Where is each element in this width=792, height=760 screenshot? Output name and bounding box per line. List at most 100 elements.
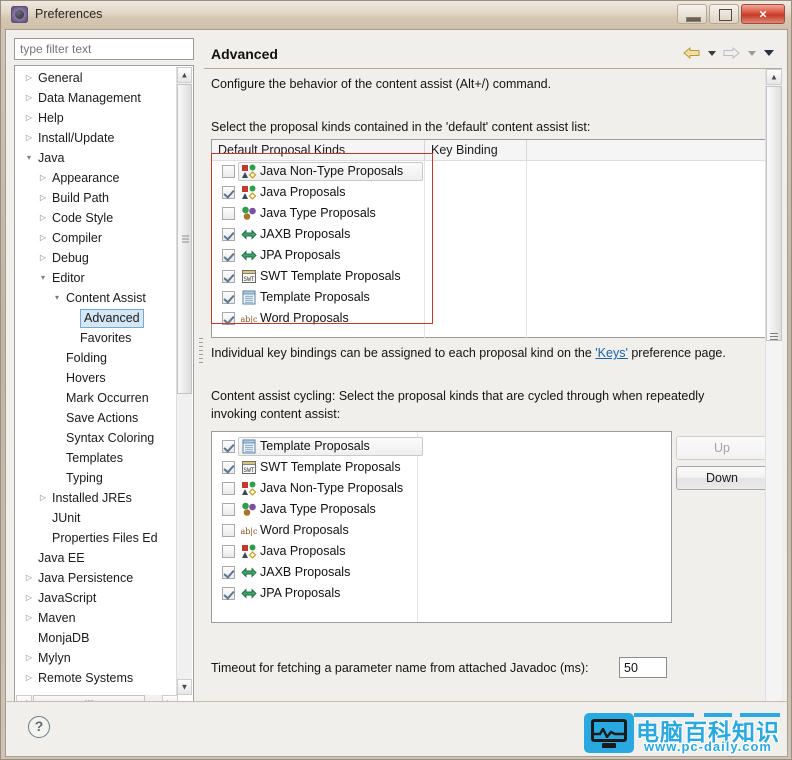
forward-menu-chevron-down-icon[interactable] [745,44,759,62]
tree-expand-arrow-down-icon[interactable]: ▾ [37,268,49,288]
row-checkbox[interactable] [222,461,235,474]
sidebar-item-syntax-coloring[interactable]: Syntax Coloring [15,428,178,448]
tree-expand-arrow-right-icon[interactable]: ▷ [23,68,35,88]
tree-expand-arrow-right-icon[interactable]: ▷ [37,168,49,188]
row-checkbox[interactable] [222,482,235,495]
tree-expand-arrow-right-icon[interactable]: ▷ [37,188,49,208]
content-assist-cycling-table[interactable]: Template Proposals SWT SWT Template Propos… [211,431,672,623]
tree-expand-arrow-right-icon[interactable]: ▷ [23,568,35,588]
back-arrow-icon[interactable] [682,44,702,62]
row-checkbox[interactable] [222,165,235,178]
help-question-icon[interactable]: ? [28,716,50,738]
tree-expand-arrow-right-icon[interactable]: ▷ [23,128,35,148]
sidebar-item-help[interactable]: ▷ Help [15,108,178,128]
tree-expand-arrow-right-icon[interactable]: ▷ [37,208,49,228]
tree-vertical-scrollbar[interactable]: ▲ ▼ [176,67,192,695]
preference-tree[interactable]: ▷ General ▷ Data Management ▷ Help ▷ Install/Up… [14,65,194,713]
tree-expand-arrow-right-icon[interactable]: ▷ [23,648,35,668]
sidebar-item-junit[interactable]: JUnit [15,508,178,528]
sidebar-item-folding[interactable]: Folding [15,348,178,368]
sidebar-item-installed-jres[interactable]: ▷ Installed JREs [15,488,178,508]
row-checkbox[interactable] [222,566,235,579]
table-row[interactable]: Java Non-Type Proposals [212,161,770,182]
tree-expand-arrow-right-icon[interactable]: ▷ [37,248,49,268]
sidebar-item-build-path[interactable]: ▷ Build Path [15,188,178,208]
table-row[interactable]: JAXB Proposals [212,562,671,583]
sidebar-item-debug[interactable]: ▷ Debug [15,248,178,268]
row-checkbox[interactable] [222,524,235,537]
sidebar-item-data-management[interactable]: ▷ Data Management [15,88,178,108]
row-checkbox[interactable] [222,312,235,325]
sidebar-item-general[interactable]: ▷ General [15,68,178,88]
move-up-button[interactable]: Up [676,436,768,460]
timeout-input[interactable] [619,657,667,678]
tree-scroll-thumb[interactable] [177,84,192,394]
sidebar-item-javascript[interactable]: ▷ JavaScript [15,588,178,608]
filter-input[interactable] [14,38,194,60]
row-checkbox[interactable] [222,545,235,558]
sidebar-item-appearance[interactable]: ▷ Appearance [15,168,178,188]
table-row[interactable]: Java Type Proposals [212,499,671,520]
sidebar-item-java[interactable]: ▾ Java [15,148,178,168]
sidebar-item-templates[interactable]: Templates [15,448,178,468]
restore-button[interactable] [709,4,739,24]
tree-scroll-up-button[interactable]: ▲ [177,67,192,83]
sidebar-item-properties-files-ed[interactable]: Properties Files Ed [15,528,178,548]
table-row[interactable]: Java Non-Type Proposals [212,478,671,499]
table-row[interactable]: JPA Proposals [212,245,770,266]
default-proposal-kinds-table[interactable]: Default Proposal Kinds Key Binding Java … [211,139,771,338]
keys-preference-link[interactable]: 'Keys' [595,346,628,360]
tree-expand-arrow-right-icon[interactable]: ▷ [23,608,35,628]
table-row[interactable]: ab|c Word Proposals [212,308,770,329]
sidebar-item-content-assist[interactable]: ▾ Content Assist [15,288,178,308]
tree-expand-arrow-right-icon[interactable]: ▷ [23,108,35,128]
close-button[interactable]: × [741,4,785,24]
sidebar-item-compiler[interactable]: ▷ Compiler [15,228,178,248]
minimize-button[interactable] [677,4,707,24]
row-checkbox[interactable] [222,440,235,453]
sidebar-item-mylyn[interactable]: ▷ Mylyn [15,648,178,668]
column-header-default-proposal-kinds[interactable]: Default Proposal Kinds [212,140,424,160]
row-checkbox[interactable] [222,503,235,516]
sidebar-item-save-actions[interactable]: Save Actions [15,408,178,428]
move-down-button[interactable]: Down [676,466,768,490]
tree-scroll-down-button[interactable]: ▼ [177,679,192,695]
column-header-key-binding[interactable]: Key Binding [425,140,526,160]
tree-expand-arrow-right-icon[interactable]: ▷ [37,228,49,248]
row-checkbox[interactable] [222,228,235,241]
sidebar-item-java-ee[interactable]: Java EE [15,548,178,568]
tree-expand-arrow-right-icon[interactable]: ▷ [37,488,49,508]
table-row[interactable]: SWT SWT Template Proposals [212,457,671,478]
back-menu-chevron-down-icon[interactable] [705,44,719,62]
table-row[interactable]: Template Proposals [212,287,770,308]
tree-expand-arrow-right-icon[interactable]: ▷ [23,588,35,608]
table-row[interactable]: SWT SWT Template Proposals [212,266,770,287]
row-checkbox[interactable] [222,249,235,262]
row-checkbox[interactable] [222,207,235,220]
row-checkbox[interactable] [222,186,235,199]
tree-expand-arrow-right-icon[interactable]: ▷ [23,668,35,688]
sidebar-item-maven[interactable]: ▷ Maven [15,608,178,628]
sidebar-item-typing[interactable]: Typing [15,468,178,488]
table-row[interactable]: ab|c Word Proposals [212,520,671,541]
sidebar-item-favorites[interactable]: Favorites [15,328,178,348]
sidebar-item-java-persistence[interactable]: ▷ Java Persistence [15,568,178,588]
column-header-empty[interactable] [527,140,771,160]
table-row[interactable]: JAXB Proposals [212,224,770,245]
sidebar-item-advanced[interactable]: Advanced [15,308,178,328]
page-vertical-scrollbar[interactable]: ▲ ▼ [765,69,782,723]
table-row[interactable]: Java Proposals [212,541,671,562]
page-scroll-up-button[interactable]: ▲ [766,69,782,85]
sidebar-item-monjadb[interactable]: MonjaDB [15,628,178,648]
tree-expand-arrow-down-icon[interactable]: ▾ [23,148,35,168]
page-menu-chevron-down-icon[interactable] [762,44,776,62]
table-row[interactable]: Java Proposals [212,182,770,203]
table-row[interactable]: Java Type Proposals [212,203,770,224]
table-row[interactable]: JPA Proposals [212,583,671,604]
row-checkbox[interactable] [222,291,235,304]
sidebar-item-code-style[interactable]: ▷ Code Style [15,208,178,228]
sidebar-item-remote-systems[interactable]: ▷ Remote Systems [15,668,178,688]
tree-expand-arrow-down-icon[interactable]: ▾ [51,288,63,308]
sidebar-item-mark-occurren[interactable]: Mark Occurren [15,388,178,408]
row-checkbox[interactable] [222,587,235,600]
